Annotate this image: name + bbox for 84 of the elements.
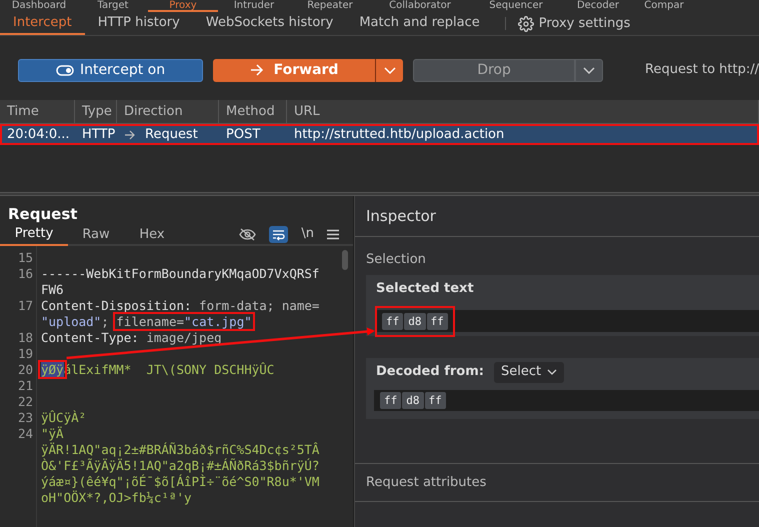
table-cell-text: http://strutted.htb/upload.action	[294, 126, 504, 144]
editor-tab[interactable]: Hex	[124, 224, 180, 246]
line-number: 23	[16, 410, 33, 426]
line-number: 19	[16, 346, 33, 362]
section-header[interactable]: Request attributes	[355, 463, 759, 502]
code-text: ýáæ¤}(êé¥q"¡õÉ¯$õ[ÁîPÌ÷¨õé^S0"R8u*'VM	[41, 474, 320, 489]
code-text: ÿÄR!1AQ"aq¡2±#BRÁÑ3báð$rñC%S4Dc¢s²5TÂ	[41, 442, 320, 457]
column-header: URL	[287, 100, 759, 123]
code-text: ÿØÿ	[41, 362, 64, 377]
code-text: ------WebKitFormBoundaryKMqaOD7VxQRSf	[41, 266, 320, 281]
arrow-right-icon	[250, 64, 264, 76]
hex-byte: ff	[424, 392, 446, 409]
column-header: Time	[0, 100, 75, 123]
code-text: ÿÛCÿÀ²	[41, 410, 86, 425]
column-header: Method	[219, 100, 287, 123]
select-dropdown[interactable]: Select	[494, 362, 564, 382]
line-number: 17	[16, 298, 33, 315]
tool-tab[interactable]: Intruder	[218, 0, 290, 12]
panel-title: Inspector	[355, 196, 759, 237]
hex-byte: ff	[426, 312, 448, 330]
eye-hidden-icon[interactable]	[239, 228, 256, 240]
code-text: FW6	[41, 282, 64, 297]
tool-tab[interactable]: Target	[78, 0, 148, 12]
toggle-icon	[56, 64, 74, 76]
chevron-down-icon	[547, 369, 558, 375]
section-title: Selection	[365, 251, 427, 269]
settings-icon	[518, 16, 534, 32]
intercept-toggle-button[interactable]: Intercept on	[18, 58, 204, 82]
code-text: ;	[101, 314, 110, 329]
code-text: Content-Type:	[41, 330, 140, 345]
code-text: "cat.jpg"	[184, 314, 252, 329]
code-text: "ÿÄ	[41, 426, 64, 441]
tool-tab[interactable]: Collaborator	[370, 0, 470, 12]
forward-button[interactable]: Forward	[213, 58, 376, 82]
table-cell-text: HTTP	[82, 126, 116, 144]
scrollbar-thumb[interactable]	[342, 250, 348, 270]
newline-toggle[interactable]: \n	[301, 224, 314, 244]
table-cell-text: Request	[145, 126, 198, 144]
line-number: 20	[16, 362, 33, 378]
drop-dropdown-button[interactable]	[575, 58, 604, 82]
column-header: Direction	[117, 100, 219, 123]
table-row[interactable]: 20:04:0... HTTP Request POST http://strutted.htb/upload.action	[0, 124, 759, 145]
code-text: image/jpeg	[146, 330, 222, 345]
section-tab[interactable]: HTTP history	[84, 12, 193, 35]
table-cell-text: 20:04:0...	[7, 126, 70, 144]
hex-byte: d8	[404, 312, 426, 330]
tool-tab[interactable]: Sequencer	[470, 0, 562, 12]
hex-byte: d8	[402, 392, 424, 409]
column-header: Type	[75, 100, 117, 123]
line-number: 21	[16, 378, 33, 394]
code-text: Ò&'F£³ÃÿÄÿÄ5!1AQ"a2qB¡#±ÁÑðRá3$bñrÿÚ?	[41, 458, 320, 473]
section-tab[interactable]: Intercept	[0, 12, 85, 35]
hex-byte: ff	[382, 312, 404, 330]
line-number: 16	[16, 266, 33, 283]
tool-tab[interactable]: Compar	[634, 0, 694, 12]
wrap-lines-icon[interactable]	[269, 226, 288, 242]
chevron-down-icon	[583, 66, 596, 74]
code-text: Content-Disposition:	[41, 298, 193, 313]
code-text: form-data; name=	[199, 298, 320, 313]
hex-byte: ff	[380, 392, 402, 409]
card-title: Selected text	[375, 280, 475, 298]
line-number: 18	[16, 330, 33, 346]
code-text: oH"OÖX*?,OJ>fb¼c¹ª'y	[41, 490, 192, 505]
tool-tab[interactable]: Decoder	[562, 0, 634, 12]
arrow-right-icon	[124, 130, 135, 140]
menu-icon[interactable]	[327, 228, 339, 240]
panel-title: Request	[7, 204, 78, 224]
line-number: 22	[16, 394, 33, 410]
tool-tab[interactable]: Dashboard	[0, 0, 78, 12]
section-tab[interactable]: Match and replace	[346, 12, 493, 35]
code-text: "upload"	[41, 314, 102, 329]
request-url-label: Request to http://	[645, 61, 759, 80]
proxy-settings-tab[interactable]: Proxy settings	[518, 12, 630, 35]
chevron-down-icon	[384, 66, 396, 74]
forward-dropdown-button[interactable]	[375, 58, 404, 82]
code-text: filename=	[116, 314, 184, 329]
section-tab[interactable]: WebSockets history	[192, 12, 346, 35]
card-title: Decoded from:	[376, 363, 484, 382]
tool-tab[interactable]: Repeater	[290, 0, 370, 12]
line-number: 15	[16, 250, 33, 266]
drop-button[interactable]: Drop	[413, 58, 576, 82]
table-cell-text: POST	[226, 126, 260, 144]
editor-tab[interactable]: Raw	[68, 224, 124, 246]
line-number: 24	[16, 426, 33, 443]
